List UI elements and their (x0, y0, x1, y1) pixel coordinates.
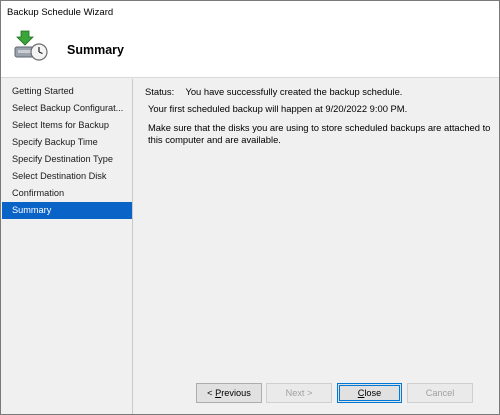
cancel-button[interactable]: Cancel (407, 383, 473, 403)
step-select-items-for-backup[interactable]: Select Items for Backup (2, 117, 132, 134)
step-specify-backup-time[interactable]: Specify Backup Time (2, 134, 132, 151)
step-getting-started[interactable]: Getting Started (2, 83, 132, 100)
status-row: Status: You have successfully created th… (145, 86, 402, 97)
wizard-steps-nav: Getting Started Select Backup Configurat… (2, 79, 133, 414)
backup-schedule-wizard-window: Backup Schedule Wizard Summary Getting S… (0, 0, 500, 415)
step-specify-destination-type[interactable]: Specify Destination Type (2, 151, 132, 168)
status-text: You have successfully created the backup… (185, 86, 403, 97)
step-confirmation[interactable]: Confirmation (2, 185, 132, 202)
step-select-backup-configuration[interactable]: Select Backup Configurat... (2, 100, 132, 117)
step-select-destination-disk[interactable]: Select Destination Disk (2, 168, 132, 185)
wizard-header: Summary (1, 25, 499, 78)
disk-availability-note: Make sure that the disks you are using t… (148, 122, 491, 145)
next-button[interactable]: Next > (266, 383, 332, 403)
step-summary[interactable]: Summary (2, 202, 132, 219)
window-title: Backup Schedule Wizard (7, 7, 114, 18)
page-title: Summary (67, 43, 124, 57)
close-button[interactable]: Close (337, 383, 402, 403)
title-bar[interactable]: Backup Schedule Wizard (1, 1, 499, 25)
previous-button[interactable]: < Previous (196, 383, 262, 403)
first-backup-text: Your first scheduled backup will happen … (148, 103, 408, 114)
status-label: Status: (145, 86, 175, 97)
backup-clock-icon (14, 30, 48, 61)
summary-content: Status: You have successfully created th… (133, 79, 499, 369)
